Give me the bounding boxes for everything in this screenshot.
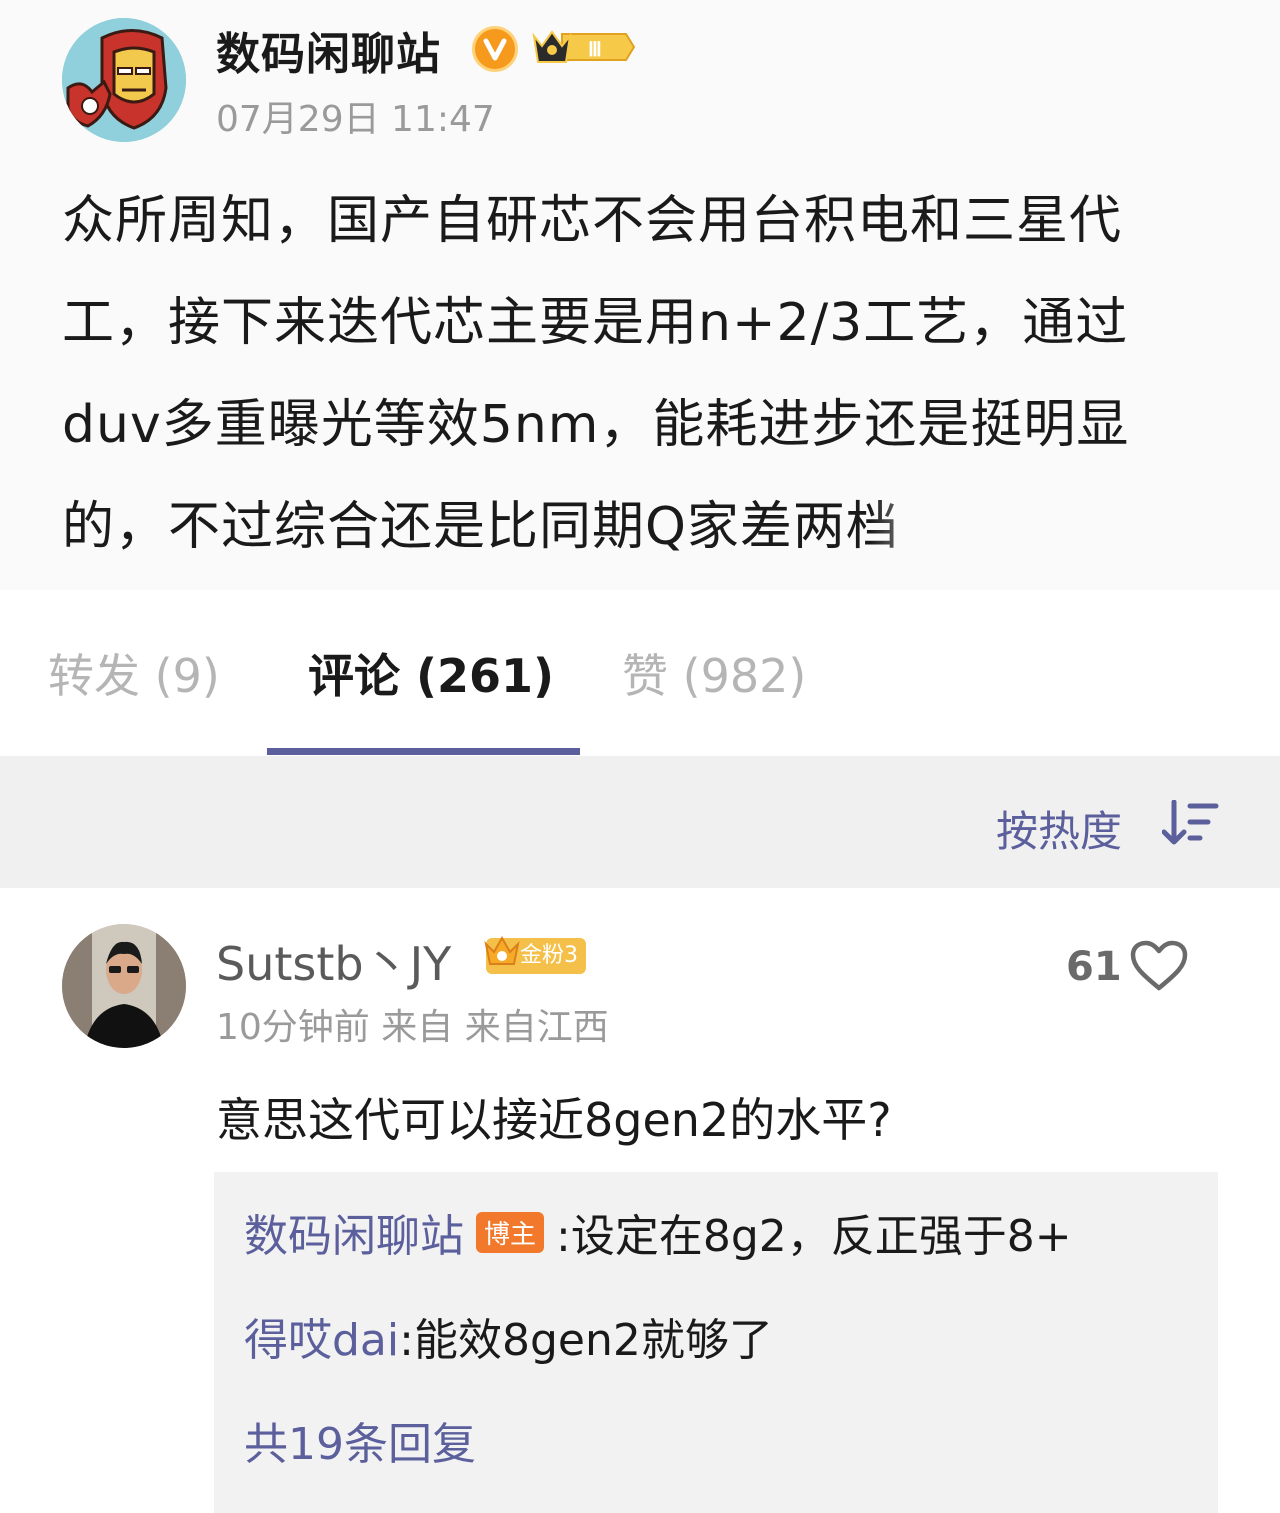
reply-text: :设定在8g2，反正强于8+ [556, 1211, 1072, 1262]
weibo-post-page: 数码闲聊站 Ⅲ 07月29日 11:47 众所周知，国产自研芯不会用台积电和三星… [0, 0, 1280, 1513]
fan-badge-label: 金粉3 [520, 943, 578, 968]
reply-preview-box[interactable]: 数码闲聊站 博主 :设定在8g2，反正强于8+ 得哎dai:能效8gen2就够了 共… [214, 1172, 1218, 1513]
comment-item: Sutstb丶JY 金粉3 10分钟前 来自 来自江西 61 意思这代可以接近8… [0, 888, 1280, 1513]
tab-comments[interactable]: 评论 (261) [308, 640, 554, 706]
post-body-text[interactable]: 众所周知，国产自研芯不会用台积电和三星代 工，接下来迭代芯主要是用n+2/3工艺… [62, 170, 1192, 578]
commenter-avatar[interactable] [62, 924, 186, 1048]
comment-meta: 10分钟前 来自 来自江西 [216, 1007, 609, 1048]
like-count: 61 [1066, 944, 1122, 990]
verified-v-icon [472, 26, 518, 72]
tab-likes[interactable]: 赞 (982) [622, 640, 806, 706]
vip-crown-icon[interactable]: Ⅲ [532, 26, 636, 68]
reply-item[interactable]: 得哎dai:能效8gen2就够了 [244, 1304, 773, 1368]
text-fold-fade [870, 488, 950, 548]
crown-icon [484, 935, 520, 965]
fan-badge[interactable]: 金粉3 [484, 935, 586, 974]
view-all-replies-link[interactable]: 共19条回复 [244, 1408, 476, 1472]
comment-text[interactable]: 意思这代可以接近8gen2的水平? [216, 1084, 892, 1150]
reply-author[interactable]: 得哎dai [244, 1315, 399, 1366]
sort-bar: 按热度 [0, 756, 1280, 888]
iron-man-avatar-icon [62, 18, 186, 142]
reply-item[interactable]: 数码闲聊站 博主 :设定在8g2，反正强于8+ [244, 1200, 1072, 1264]
sort-by-hot-button[interactable]: 按热度 [996, 798, 1122, 859]
tab-reposts[interactable]: 转发 (9) [48, 640, 220, 706]
reply-author[interactable]: 数码闲聊站 [244, 1211, 464, 1262]
owner-tag: 博主 [476, 1212, 545, 1253]
active-tab-indicator [267, 748, 580, 755]
commenter-photo-icon [62, 924, 186, 1048]
reply-text: :能效8gen2就够了 [399, 1315, 773, 1366]
post-timestamp: 07月29日 11:47 [216, 99, 495, 140]
vip-level-label: Ⅲ [588, 39, 602, 61]
post-tabs: 转发 (9) 评论 (261) 赞 (982) [0, 590, 1280, 756]
author-name[interactable]: 数码闲聊站 [216, 18, 441, 82]
author-avatar[interactable] [62, 18, 186, 142]
heart-icon[interactable] [1130, 940, 1188, 992]
sort-icon[interactable] [1162, 800, 1220, 846]
post-card: 数码闲聊站 Ⅲ 07月29日 11:47 众所周知，国产自研芯不会用台积电和三星… [0, 0, 1280, 590]
commenter-name[interactable]: Sutstb丶JY [216, 928, 451, 994]
